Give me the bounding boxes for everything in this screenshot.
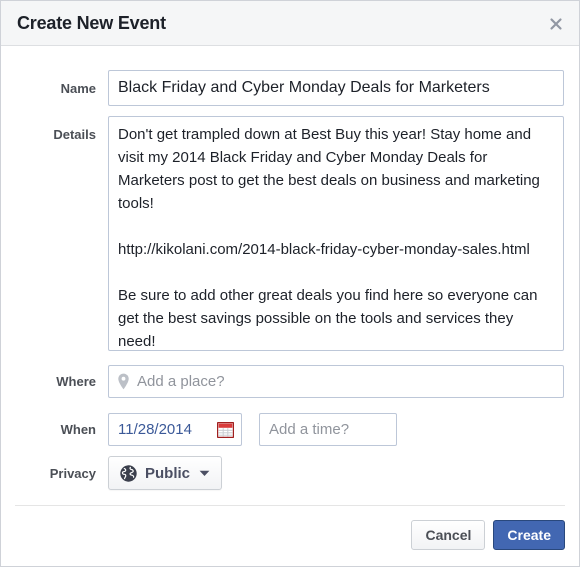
dialog-header: Create New Event — [1, 1, 579, 46]
name-label: Name — [1, 81, 96, 96]
time-placeholder: Add a time? — [269, 421, 349, 438]
cancel-button[interactable]: Cancel — [411, 520, 485, 550]
globe-icon — [120, 465, 137, 482]
date-value: 11/28/2014 — [118, 421, 217, 438]
map-pin-icon — [117, 373, 130, 390]
close-icon[interactable] — [546, 14, 566, 34]
dialog-footer: Cancel Create — [1, 505, 579, 565]
create-button[interactable]: Create — [493, 520, 565, 550]
where-input[interactable]: Add a place? — [108, 365, 564, 398]
footer-actions: Cancel Create — [411, 520, 565, 550]
details-textarea[interactable] — [108, 116, 564, 351]
where-placeholder: Add a place? — [137, 373, 225, 390]
when-label: When — [1, 422, 96, 437]
chevron-down-icon — [199, 470, 210, 477]
calendar-icon[interactable] — [217, 422, 234, 438]
create-event-dialog: Create New Event Name Details Where — [0, 0, 580, 567]
page-title: Create New Event — [17, 13, 166, 34]
date-input[interactable]: 11/28/2014 — [108, 413, 242, 446]
footer-divider — [15, 505, 565, 506]
details-label: Details — [1, 127, 96, 142]
time-input[interactable]: Add a time? — [259, 413, 397, 446]
privacy-selector[interactable]: Public — [108, 456, 222, 490]
name-input[interactable] — [108, 70, 564, 106]
privacy-label: Privacy — [1, 466, 96, 481]
where-label: Where — [1, 374, 96, 389]
privacy-value: Public — [145, 465, 190, 482]
dialog-body: Name Details Where Add a place? — [1, 46, 579, 505]
